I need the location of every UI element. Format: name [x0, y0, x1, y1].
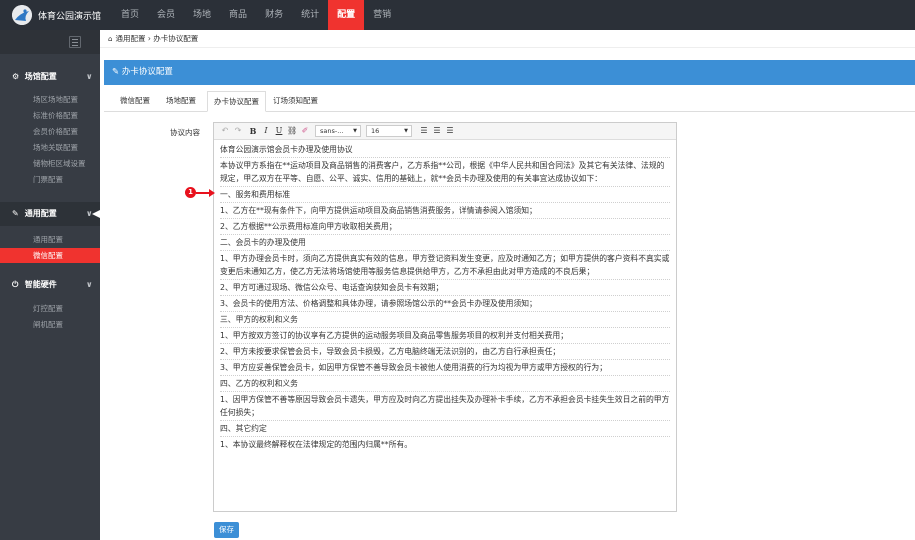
agreement-paragraph: 3、会员卡的使用方法、价格调整和具体办理，请参照场馆公示的**会员卡办理及使用须…: [220, 299, 537, 308]
nav-item-venues[interactable]: 场地: [184, 0, 220, 30]
edit-icon: ✎: [112, 67, 122, 77]
tab-wechat-config[interactable]: 微信配置: [114, 91, 156, 112]
sidebar-item-light-control[interactable]: 灯控配置: [0, 301, 100, 316]
sidebar-item-gate-config[interactable]: 闸机配置: [0, 317, 100, 332]
font-size-value: 16: [371, 127, 380, 135]
nav-item-stats[interactable]: 统计: [292, 0, 328, 30]
sidebar-group-label: 场馆配置: [24, 72, 57, 81]
agreement-paragraph: 1、甲方办理会员卡时，须向乙方提供真实有效的信息，甲方登记资料发生变更，应及时通…: [220, 254, 670, 276]
annotation-marker: 1: [185, 187, 215, 199]
editor-content[interactable]: 体育公园演示馆会员卡办理及使用协议 本协议甲方系指在**运动项目及商品销售的消费…: [214, 140, 676, 511]
agreement-paragraph: 2、甲方未按要求保管会员卡，导致会员卡损毁，乙方电脑终端无法识别的，由乙方自行承…: [220, 347, 561, 356]
nav-item-goods[interactable]: 商品: [220, 0, 256, 30]
nav-item-finance[interactable]: 财务: [256, 0, 292, 30]
sidebar-item-ticket-config[interactable]: 门票配置: [0, 172, 100, 187]
sidebar-group-venue-config[interactable]: ⚙ 场馆配置 ∨: [0, 65, 100, 89]
redo-icon[interactable]: ↷: [233, 125, 243, 137]
chevron-down-icon: ∨: [86, 209, 93, 218]
font-family-select[interactable]: sans-... ▼: [315, 125, 361, 137]
nav-item-marketing[interactable]: 营销: [364, 0, 400, 30]
annotation-number: 1: [185, 187, 196, 198]
power-icon: ⏻: [12, 280, 19, 289]
agreement-paragraph: 二、会员卡的办理及使用: [220, 238, 306, 247]
nav-item-config[interactable]: 配置: [328, 0, 365, 30]
font-family-value: sans-...: [320, 127, 344, 135]
logo-icon: [12, 5, 32, 25]
breadcrumb-text: 通用配置 › 办卡协议配置: [115, 34, 199, 43]
agreement-paragraph: 2、甲方可通过现场、微信公众号、电话查询获知会员卡有效期；: [220, 283, 444, 292]
nav-item-members[interactable]: 会员: [148, 0, 184, 30]
wrench-icon: ✎: [12, 209, 19, 218]
agreement-paragraph: 2、乙方根据**公示费用标准向甲方收取相关费用；: [220, 222, 397, 231]
sidebar-group-smart-hardware[interactable]: ⏻ 智能硬件 ∨: [0, 273, 100, 297]
unordered-list-icon[interactable]: ☰: [419, 125, 429, 137]
caret-down-icon: ▼: [353, 128, 357, 134]
sidebar-item-member-price[interactable]: 会员价格配置: [0, 124, 100, 139]
config-tabs: 微信配置 场地配置 办卡协议配置 订场须知配置: [104, 88, 915, 112]
sidebar-item-locker-area[interactable]: 储物柜区域设置: [0, 156, 100, 171]
agreement-paragraph: 四、其它约定: [220, 424, 267, 433]
chevron-down-icon: ∨: [86, 72, 93, 81]
agreement-paragraph: 本协议甲方系指在**运动项目及商品销售的消费客户，乙方系指**公司，根据《中华人…: [220, 161, 665, 183]
panel-title: 办卡协议配置: [121, 67, 173, 77]
sidebar-toggle[interactable]: [0, 30, 100, 54]
sidebar-item-general-config[interactable]: 通用配置: [0, 232, 100, 247]
sidebar-item-standard-price[interactable]: 标准价格配置: [0, 108, 100, 123]
sidebar-item-wechat-config[interactable]: 微信配置: [0, 248, 100, 263]
agreement-paragraph: 1、乙方在**现有条件下，向甲方提供运动项目及商品销售消费服务，详情请参阅入馆须…: [220, 206, 537, 215]
align-icon[interactable]: ☰: [445, 125, 455, 137]
tab-card-agreement[interactable]: 办卡协议配置: [207, 91, 266, 112]
agreement-paragraph: 1、甲方按双方签订的协议享有乙方提供的运动服务项目及商品零售服务项目的权利并支付…: [220, 331, 569, 340]
ordered-list-icon[interactable]: ☰: [432, 125, 442, 137]
link-icon[interactable]: ⛓: [287, 125, 297, 137]
underline-button[interactable]: U: [274, 125, 284, 137]
agreement-paragraph: 四、乙方的权利和义务: [220, 379, 298, 388]
home-icon: ⌂: [108, 35, 113, 43]
app-title: 体育公园演示馆: [38, 12, 102, 22]
agreement-paragraph: 三、甲方的权利和义务: [220, 315, 298, 324]
undo-icon[interactable]: ↶: [220, 125, 230, 137]
cogs-icon: ⚙: [12, 72, 20, 81]
chevron-down-icon: ∨: [86, 280, 93, 289]
sidebar-item-area-config[interactable]: 场区场地配置: [0, 92, 100, 107]
agreement-paragraph: 一、服务和费用标准: [220, 190, 291, 199]
sidebar-item-venue-link[interactable]: 场地关联配置: [0, 140, 100, 155]
italic-button[interactable]: I: [261, 125, 271, 137]
top-nav: 首页 会员 场地 商品 财务 统计 配置 营销: [112, 0, 400, 30]
panel-header: ✎ 办卡协议配置: [104, 60, 915, 85]
top-bar: 体育公园演示馆 首页 会员 场地 商品 财务 统计 配置 营销: [0, 0, 915, 30]
editor-toolbar: ↶ ↷ B I U ⛓ ✐ sans-... ▼ 16 ▼ ☰ ☰ ☰: [214, 123, 676, 140]
arrow-right-icon: [209, 189, 215, 197]
agreement-paragraph: 3、甲方应妥善保管会员卡，如因甲方保管不善导致会员卡被他人使用消费的行为均视为甲…: [220, 363, 608, 372]
main-content: ⌂ 通用配置 › 办卡协议配置 ✎ 办卡协议配置 微信配置 场地配置 办卡协议配置…: [100, 30, 915, 540]
save-button[interactable]: 保存: [214, 522, 239, 538]
agreement-title: 体育公园演示馆会员卡办理及使用协议: [220, 145, 353, 154]
agreement-content-label: 协议内容: [170, 128, 200, 137]
tab-venue-config[interactable]: 场地配置: [160, 91, 202, 112]
nav-item-home[interactable]: 首页: [112, 0, 148, 30]
agreement-paragraph: 1、本协议最终解释权在法律规定的范围内归属**所有。: [220, 440, 413, 449]
tab-booking-notice[interactable]: 订场须知配置: [267, 91, 324, 112]
bold-button[interactable]: B: [248, 125, 258, 137]
eraser-icon[interactable]: ✐: [300, 125, 310, 137]
agreement-paragraph: 1、因甲方保管不善等原因导致会员卡遗失，甲方应及时向乙方提出挂失及办理补卡手续，…: [220, 395, 670, 417]
font-size-select[interactable]: 16 ▼: [366, 125, 412, 137]
sidebar-group-label: 通用配置: [24, 209, 57, 218]
caret-down-icon: ▼: [404, 128, 408, 134]
breadcrumb: ⌂ 通用配置 › 办卡协议配置: [100, 30, 915, 48]
hamburger-icon[interactable]: [69, 36, 81, 48]
rich-text-editor[interactable]: ↶ ↷ B I U ⛓ ✐ sans-... ▼ 16 ▼ ☰ ☰ ☰ 体育公园演示…: [213, 122, 677, 512]
sidebar-group-general-config[interactable]: ✎ 通用配置 ∨: [0, 202, 100, 226]
sidebar: ⚙ 场馆配置 ∨ 场区场地配置 标准价格配置 会员价格配置 场地关联配置 储物柜…: [0, 30, 100, 540]
sidebar-group-label: 智能硬件: [24, 280, 57, 289]
